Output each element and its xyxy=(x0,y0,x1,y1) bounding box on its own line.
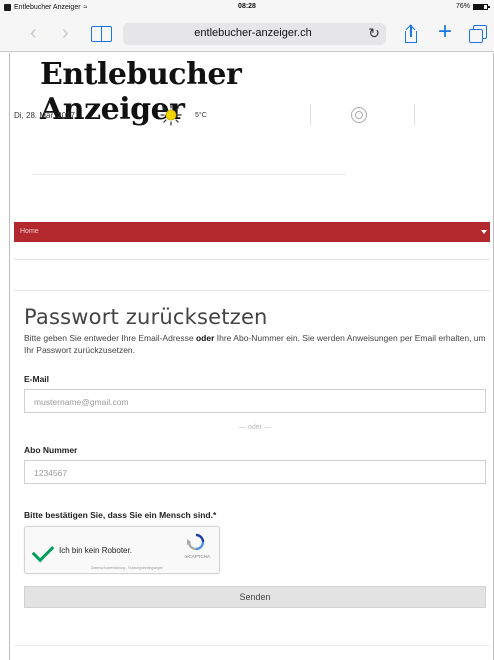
abo-number-label: Abo Nummer xyxy=(24,445,78,455)
book-icon xyxy=(90,26,112,42)
status-bar: Entlebucher Anzeiger ≈ 08:28 76% xyxy=(0,0,494,16)
captcha-prompt: Bitte bestätigen Sie, dass Sie ein Mensc… xyxy=(24,510,217,520)
bookmarks-button[interactable] xyxy=(90,26,112,42)
divider xyxy=(14,290,490,291)
recaptcha-widget[interactable]: Ich bin kein Roboter. reCAPTCHA Datensch… xyxy=(24,526,220,574)
search-icon[interactable] xyxy=(351,107,367,123)
recaptcha-icon xyxy=(187,533,205,551)
tabs-button[interactable] xyxy=(469,25,487,43)
tabs-icon xyxy=(469,25,487,43)
temperature: 5°C xyxy=(195,112,207,119)
current-date: Di, 28. Mär. 2017 xyxy=(14,111,75,120)
submit-button[interactable]: Senden xyxy=(24,586,486,608)
url-text: entlebucher-anzeiger.ch xyxy=(194,27,312,39)
status-time: 08:28 xyxy=(238,3,256,10)
recaptcha-terms[interactable]: Datenschutzerklärung - Nutzungsbedingung… xyxy=(91,566,163,570)
divider xyxy=(14,645,490,646)
or-separator: — oder — xyxy=(239,424,271,431)
intro-text-emphasis: oder xyxy=(195,333,215,343)
share-button[interactable] xyxy=(404,24,418,43)
email-label: E-Mail xyxy=(24,374,50,384)
battery-percent: 76% xyxy=(455,3,470,10)
main-nav: Home xyxy=(14,222,490,242)
browser-toolbar: ‹ › entlebucher-anzeiger.ch ↻ + xyxy=(0,16,494,52)
page-border-left xyxy=(9,53,10,660)
back-button[interactable]: ‹ xyxy=(30,21,37,45)
recaptcha-brand: reCAPTCHA xyxy=(184,554,210,559)
reload-icon[interactable]: ↻ xyxy=(368,25,380,42)
divider xyxy=(414,104,415,126)
email-field[interactable]: mustername@gmail.com xyxy=(24,389,486,413)
battery-icon xyxy=(473,3,490,10)
divider xyxy=(32,174,346,175)
checkmark-icon[interactable] xyxy=(31,539,55,563)
abo-number-field[interactable]: 1234567 xyxy=(24,460,486,484)
chevron-down-icon[interactable] xyxy=(481,230,487,234)
web-page: Entlebucher Anzeiger Di, 28. Mär. 2017 5… xyxy=(0,53,494,660)
captcha-checkbox-label: Ich bin kein Roboter. xyxy=(59,546,132,555)
address-bar[interactable]: entlebucher-anzeiger.ch ↻ xyxy=(123,23,386,45)
divider xyxy=(14,259,490,260)
status-bar-right: 76% xyxy=(455,3,490,10)
intro-text: Bitte geben Sie entweder Ihre Email-Adre… xyxy=(24,332,486,356)
divider xyxy=(310,104,311,126)
page-title: Passwort zurücksetzen xyxy=(24,305,268,329)
forward-button[interactable]: › xyxy=(62,21,69,45)
sun-icon xyxy=(160,104,182,126)
password-reset-form: Passwort zurücksetzen Bitte geben Sie en… xyxy=(24,305,486,608)
new-tab-button[interactable]: + xyxy=(438,20,452,44)
share-icon xyxy=(404,24,418,43)
nav-item-home[interactable]: Home xyxy=(20,228,39,235)
intro-text-start: Bitte geben Sie entweder Ihre Email-Adre… xyxy=(24,333,196,343)
